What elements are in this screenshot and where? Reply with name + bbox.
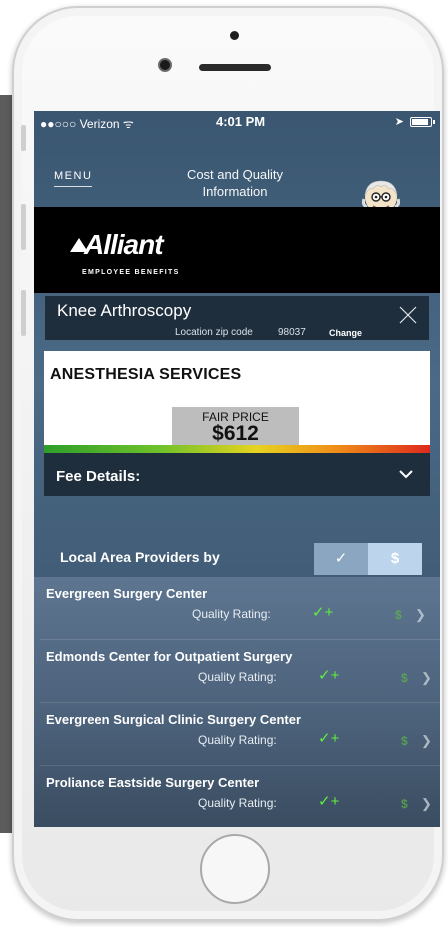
sort-by-quality-button[interactable]: ✓ <box>314 543 368 575</box>
status-bar: ●●○○○ Verizon ᯤ 4:01 PM ➤ <box>34 111 440 133</box>
quality-rating-label: Quality Rating: <box>198 670 277 684</box>
chevron-right-icon: ❯ <box>421 670 432 685</box>
sort-by-price-button[interactable]: $ <box>368 543 422 575</box>
front-camera <box>158 58 172 72</box>
provider-name: Evergreen Surgical Clinic Surgery Center <box>46 712 302 727</box>
location-arrow-icon: ➤ <box>394 116 404 128</box>
quality-rating-label: Quality Rating: <box>198 733 277 747</box>
close-icon[interactable] <box>397 304 419 326</box>
proximity-sensor <box>230 31 239 40</box>
menu-button[interactable]: MENU <box>54 170 93 187</box>
provider-list: Evergreen Surgery Center Quality Rating:… <box>34 577 440 827</box>
status-time: 4:01 PM <box>216 114 266 129</box>
provider-row[interactable]: Evergreen Surgery Center Quality Rating:… <box>34 577 440 639</box>
quality-rating-value: ✓+ <box>318 667 340 684</box>
earpiece-speaker <box>199 64 271 71</box>
mute-switch <box>21 125 26 151</box>
chevron-right-icon: ❯ <box>421 796 432 811</box>
provider-row[interactable]: Evergreen Surgical Clinic Surgery Center… <box>40 702 440 765</box>
page-title: Cost and Quality Information <box>186 167 284 199</box>
fee-details-label: Fee Details: <box>56 468 141 485</box>
change-zip-link[interactable]: Change <box>329 328 362 338</box>
quality-rating-label: Quality Rating: <box>192 607 271 621</box>
price-indicator: $ <box>401 797 408 811</box>
carrier-signal: ●●○○○ Verizon ᯤ <box>40 117 134 131</box>
volume-down-button <box>21 290 26 336</box>
provider-name: Evergreen Surgery Center <box>46 586 208 601</box>
provider-name: Proliance Eastside Surgery Center <box>46 775 260 790</box>
procedure-header: Knee Arthroscopy Location zip code 98037… <box>44 295 430 341</box>
quality-rating-value: ✓+ <box>312 604 334 621</box>
price-indicator: $ <box>401 671 408 685</box>
app-screen: ●●○○○ Verizon ᯤ 4:01 PM ➤ MENU Cost and … <box>34 111 440 827</box>
brand-tagline: EMPLOYEE BENEFITS <box>82 269 180 276</box>
nav-bar: MENU Cost and Quality Information <box>34 133 440 217</box>
chevron-right-icon: ❯ <box>421 733 432 748</box>
quality-rating-value: ✓+ <box>318 793 340 810</box>
chevron-down-icon <box>399 470 413 479</box>
chevron-right-icon: ❯ <box>415 607 426 622</box>
providers-header: Local Area Providers by ✓ $ <box>34 541 440 577</box>
home-button[interactable] <box>200 834 270 904</box>
procedure-name: Knee Arthroscopy <box>57 301 192 320</box>
price-gradient-bar <box>44 445 430 453</box>
price-indicator: $ <box>401 734 408 748</box>
providers-heading: Local Area Providers by <box>60 549 220 565</box>
service-title: ANESTHESIA SERVICES <box>50 366 242 383</box>
quality-rating-label: Quality Rating: <box>198 796 277 810</box>
price-indicator: $ <box>395 608 402 622</box>
fair-price-box: FAIR PRICE $612 <box>172 407 299 447</box>
provider-row[interactable]: Edmonds Center for Outpatient Surgery Qu… <box>40 639 440 702</box>
zip-code-label: Location zip code <box>175 327 253 338</box>
brand-banner: Alliant EMPLOYEE BENEFITS <box>34 207 440 293</box>
provider-row[interactable]: Proliance Eastside Surgery Center Qualit… <box>40 765 440 827</box>
fee-details-toggle[interactable]: Fee Details: <box>44 453 430 496</box>
battery-icon <box>410 117 435 127</box>
brand-name: Alliant <box>84 229 164 260</box>
quality-rating-value: ✓+ <box>318 730 340 747</box>
zip-code-value: 98037 <box>278 327 306 338</box>
provider-name: Edmonds Center for Outpatient Surgery <box>46 649 293 664</box>
fair-price-value: $612 <box>212 422 259 445</box>
volume-up-button <box>21 204 26 250</box>
